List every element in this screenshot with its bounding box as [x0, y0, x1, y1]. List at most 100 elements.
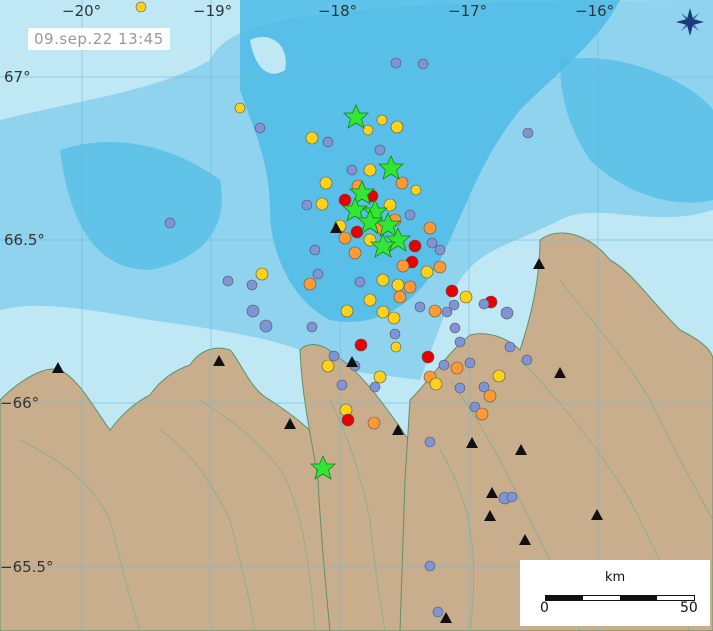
earthquake-blue: [164, 217, 176, 229]
earthquake-orange: [450, 361, 464, 375]
earthquake-blue: [454, 382, 466, 394]
earthquake-blue: [449, 322, 461, 334]
scale-bar-panel: km 0 50: [520, 560, 710, 626]
earthquake-red: [341, 413, 355, 427]
earthquake-blue: [306, 321, 318, 333]
earthquake-yellow: [340, 304, 354, 318]
earthquake-blue: [309, 244, 321, 256]
earthquake-blue: [322, 136, 334, 148]
earthquake-yellow: [459, 290, 473, 304]
latitude-label: −65.5°: [0, 558, 53, 576]
earthquake-blue: [259, 319, 273, 333]
earthquake-yellow: [363, 163, 377, 177]
earthquake-orange: [303, 277, 317, 291]
longitude-label: −19°: [193, 2, 232, 20]
map-canvas: −20° −19° −18° −17° −16° 67° 66.5° −66° …: [0, 0, 713, 631]
earthquake-red: [354, 338, 368, 352]
earthquake-blue: [390, 57, 402, 69]
earthquake-yellow: [321, 359, 335, 373]
earthquake-orange: [348, 246, 362, 260]
earthquake-blue: [448, 299, 460, 311]
earthquake-yellow: [363, 293, 377, 307]
scale-bar: [545, 595, 695, 601]
earthquake-blue: [328, 350, 340, 362]
earthquake-yellow: [492, 369, 506, 383]
earthquake-blue: [426, 237, 438, 249]
earthquake-blue: [246, 279, 258, 291]
earthquake-blue: [369, 381, 381, 393]
earthquake-blue: [414, 301, 426, 313]
earthquake-yellow: [390, 341, 402, 353]
earthquake-orange: [403, 280, 417, 294]
earthquake-blue: [354, 276, 366, 288]
earthquake-yellow: [362, 124, 374, 136]
earthquake-blue: [424, 436, 436, 448]
earthquake-blue: [404, 209, 416, 221]
earthquake-blue: [389, 328, 401, 340]
earthquake-orange: [338, 231, 352, 245]
earthquake-yellow: [315, 197, 329, 211]
longitude-label: −20°: [62, 2, 101, 20]
earthquake-blue: [336, 379, 348, 391]
timestamp-label: 09.sep.22 13:45: [28, 28, 170, 50]
earthquake-blue: [464, 357, 476, 369]
earthquake-yellow: [390, 120, 404, 134]
earthquake-yellow: [135, 1, 147, 13]
earthquake-blue: [432, 606, 444, 618]
earthquake-yellow: [410, 184, 422, 196]
earthquake-blue: [222, 275, 234, 287]
earthquake-orange: [483, 389, 497, 403]
longitude-label: −16°: [575, 2, 614, 20]
earthquake-yellow: [319, 176, 333, 190]
earthquake-yellow: [234, 102, 246, 114]
earthquake-blue: [506, 491, 518, 503]
earthquake-yellow: [391, 278, 405, 292]
latitude-label: −66°: [0, 394, 39, 412]
earthquake-yellow: [373, 370, 387, 384]
earthquake-red: [338, 193, 352, 207]
earthquake-blue: [312, 268, 324, 280]
earthquake-red: [350, 225, 364, 239]
earthquake-red: [408, 239, 422, 253]
scale-start-label: 0: [540, 600, 549, 616]
earthquake-blue: [417, 58, 429, 70]
earthquake-blue: [438, 359, 450, 371]
earthquake-orange: [433, 260, 447, 274]
earthquake-orange: [475, 407, 489, 421]
earthquake-yellow: [420, 265, 434, 279]
earthquake-yellow: [376, 305, 390, 319]
earthquake-blue: [434, 244, 446, 256]
earthquake-blue: [454, 336, 466, 348]
earthquake-blue: [478, 298, 490, 310]
earthquake-yellow: [376, 114, 388, 126]
earthquake-map: −20° −19° −18° −17° −16° 67° 66.5° −66° …: [0, 0, 713, 631]
earthquake-blue: [301, 199, 313, 211]
earthquake-red: [445, 284, 459, 298]
earthquake-blue: [346, 164, 358, 176]
earthquake-yellow: [429, 377, 443, 391]
scale-unit-label: km: [605, 570, 626, 585]
earthquake-blue: [246, 304, 260, 318]
earthquake-orange: [395, 176, 409, 190]
earthquake-orange: [423, 221, 437, 235]
earthquake-blue: [254, 122, 266, 134]
earthquake-orange: [393, 290, 407, 304]
latitude-label: 66.5°: [4, 231, 45, 249]
earthquake-blue: [522, 127, 534, 139]
earthquake-blue: [521, 354, 533, 366]
earthquake-blue: [374, 144, 386, 156]
earthquake-yellow: [305, 131, 319, 145]
earthquake-yellow: [387, 311, 401, 325]
earthquake-orange: [428, 304, 442, 318]
scale-end-label: 50: [680, 600, 698, 616]
earthquake-blue: [504, 341, 516, 353]
latitude-label: 67°: [4, 68, 31, 86]
longitude-label: −17°: [448, 2, 487, 20]
earthquake-blue: [500, 306, 514, 320]
earthquake-red: [421, 350, 435, 364]
earthquake-orange: [367, 416, 381, 430]
earthquake-orange: [396, 259, 410, 273]
earthquake-blue: [424, 560, 436, 572]
longitude-label: −18°: [318, 2, 357, 20]
earthquake-yellow: [255, 267, 269, 281]
